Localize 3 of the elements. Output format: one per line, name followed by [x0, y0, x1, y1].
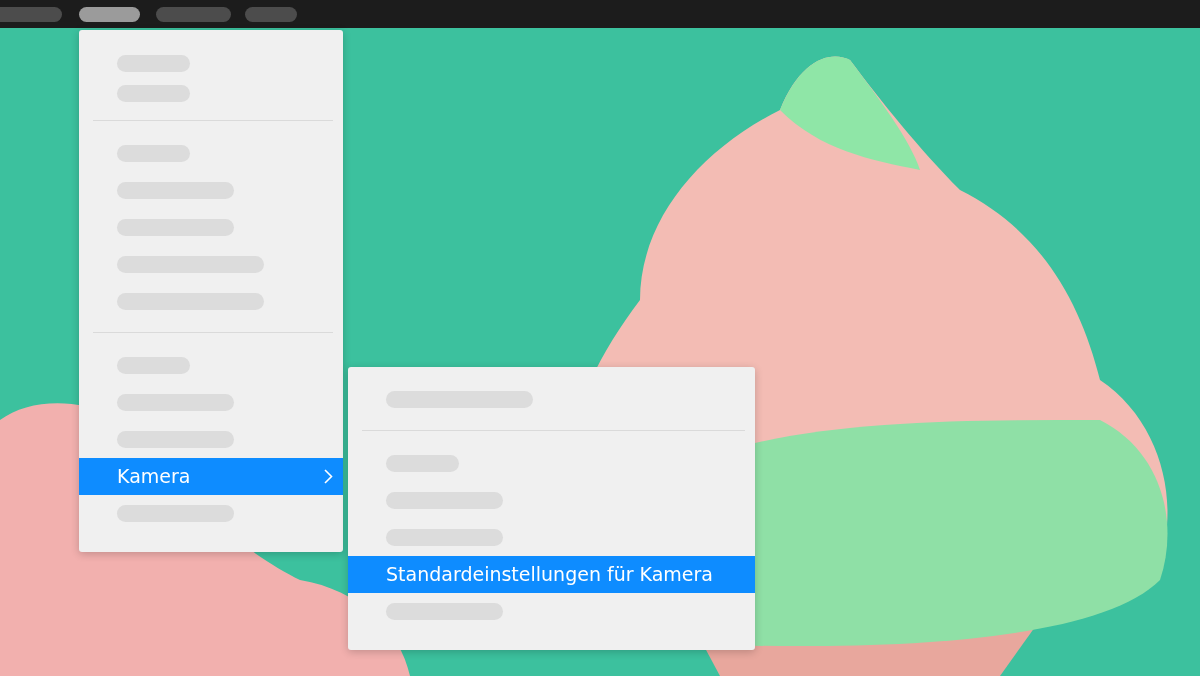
menu-item[interactable]: Kamera — [79, 458, 343, 495]
menu-item[interactable]: Standardeinstellungen für Kamera — [348, 556, 755, 593]
menu-bar-item[interactable] — [79, 7, 140, 22]
